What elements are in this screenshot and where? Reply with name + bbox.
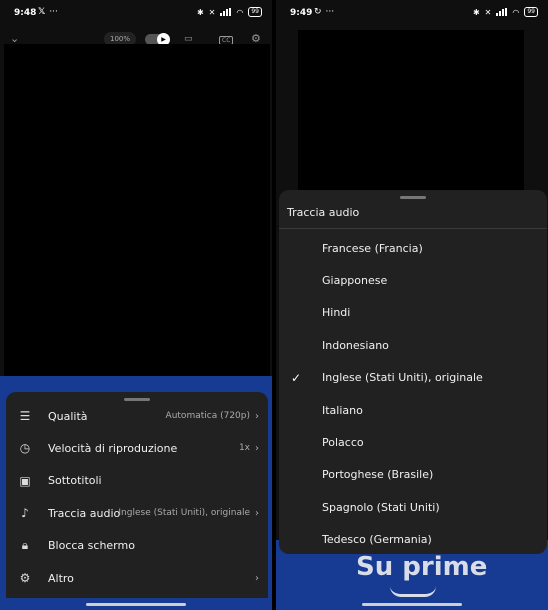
sync-icon: ↻	[314, 7, 322, 17]
status-time: 9:49	[290, 8, 313, 18]
menu-item-label: Velocità di riproduzione	[48, 441, 178, 455]
chevron-right-icon: ›	[255, 572, 259, 584]
audio-option-label: Hindi	[322, 306, 351, 320]
vibrate-off-icon: ✕	[484, 7, 492, 17]
left-phone-screen: 9:48 𝕏 ··· ✱ ✕ ◠ 99 ⌄ 100% ▶ ▭ CC ⚙ ☰ Qua…	[0, 0, 272, 610]
brand-logo-text: Su prime	[356, 552, 488, 582]
chevron-right-icon: ›	[255, 410, 259, 422]
wifi-icon: ◠	[512, 7, 520, 17]
lock-icon: 🔒︎	[21, 538, 29, 553]
menu-item-audio-track[interactable]: ♪ Traccia audio Inglese (Stati Uniti), ori…	[6, 497, 268, 529]
battery-icon: 99	[248, 7, 262, 17]
gear-icon: ⚙	[19, 571, 31, 585]
status-time: 9:48	[14, 8, 37, 18]
bluetooth-icon: ✱	[472, 7, 480, 17]
right-phone-screen: 9:49 ↻ ··· ✱ ✕ ◠ 99 Su prime Traccia aud…	[276, 0, 548, 610]
divider	[279, 228, 547, 229]
menu-item-value: Automatica (720p)	[165, 411, 250, 421]
cast-icon[interactable]: ▭	[184, 34, 193, 44]
cc-icon: ▣	[19, 473, 31, 488]
sliders-icon: ☰	[19, 409, 31, 423]
audio-option[interactable]: ✓ Inglese (Stati Uniti), originale	[279, 362, 547, 394]
audio-option[interactable]: Hindi	[279, 297, 547, 329]
audio-track-title: Traccia audio	[287, 206, 360, 219]
brand-smile-icon	[390, 586, 436, 597]
wifi-icon: ◠	[236, 7, 244, 17]
settings-sheet: ☰ Qualità Automatica (720p) › ◷ Velocità di r…	[6, 392, 268, 598]
audio-option[interactable]: Francese (Francia)	[279, 232, 547, 264]
playback-speed-icon: ◷	[19, 441, 31, 456]
more-dots-icon: ···	[325, 7, 335, 17]
signal-icon	[220, 8, 232, 16]
audio-option[interactable]: Indonesiano	[279, 329, 547, 361]
audio-option-label: Giapponese	[322, 273, 388, 287]
more-dots-icon: ···	[49, 7, 58, 17]
menu-item-quality[interactable]: ☰ Qualità Automatica (720p) ›	[6, 400, 268, 432]
vibrate-off-icon: ✕	[208, 7, 216, 17]
audio-option[interactable]: Italiano	[279, 394, 547, 426]
video-player[interactable]	[298, 30, 524, 190]
audio-option-label: Inglese (Stati Uniti), originale	[322, 371, 483, 385]
battery-icon: 99	[524, 7, 538, 17]
video-player[interactable]	[4, 44, 270, 386]
gesture-bar[interactable]	[86, 603, 186, 606]
audio-option-label: Polacco	[322, 435, 364, 449]
audio-option-label: Spagnolo (Stati Uniti)	[322, 500, 440, 514]
audio-option-label: Tedesco (Germania)	[322, 533, 432, 547]
audio-option[interactable]: Portoghese (Brasile)	[279, 459, 547, 491]
signal-icon	[496, 8, 508, 16]
menu-item-speed[interactable]: ◷ Velocità di riproduzione 1x ›	[6, 432, 268, 464]
bluetooth-icon: ✱	[196, 7, 204, 17]
chevron-right-icon: ›	[255, 442, 259, 454]
chevron-right-icon: ›	[255, 507, 259, 519]
audio-option[interactable]: Spagnolo (Stati Uniti)	[279, 491, 547, 523]
gesture-bar[interactable]	[362, 603, 462, 606]
x-logo-icon: 𝕏	[38, 7, 46, 17]
audio-option-label: Indonesiano	[322, 338, 389, 352]
audio-option-label: Francese (Francia)	[322, 241, 423, 255]
menu-item-lock-screen[interactable]: 🔒︎ Blocca schermo	[6, 530, 268, 562]
menu-item-label: Blocca schermo	[48, 539, 135, 553]
menu-item-value: Inglese (Stati Uniti), originale	[118, 508, 250, 519]
audio-option-label: Italiano	[322, 403, 363, 417]
audio-track-sheet: Traccia audio Francese (Francia) Giappone…	[279, 190, 547, 554]
audio-option[interactable]: Giapponese	[279, 264, 547, 296]
menu-item-subtitles[interactable]: ▣ Sottotitoli	[6, 465, 268, 497]
menu-item-label: Qualità	[48, 409, 88, 423]
menu-item-label: Traccia audio	[48, 506, 121, 520]
status-bar: 9:48 𝕏 ··· ✱ ✕ ◠ 99	[0, 0, 272, 26]
menu-item-label: Sottotitoli	[48, 474, 102, 488]
status-bar: 9:49 ↻ ··· ✱ ✕ ◠ 99	[276, 0, 548, 26]
audio-option[interactable]: Tedesco (Germania)	[279, 524, 547, 556]
check-icon: ✓	[291, 370, 302, 385]
audio-option-label: Portoghese (Brasile)	[322, 468, 434, 482]
audio-option[interactable]: Polacco	[279, 426, 547, 458]
audio-track-icon: ♪	[21, 506, 29, 521]
menu-item-more[interactable]: ⚙ Altro ›	[6, 562, 268, 594]
sheet-handle[interactable]	[400, 196, 426, 199]
menu-item-label: Altro	[48, 571, 74, 585]
menu-item-value: 1x	[238, 443, 250, 454]
